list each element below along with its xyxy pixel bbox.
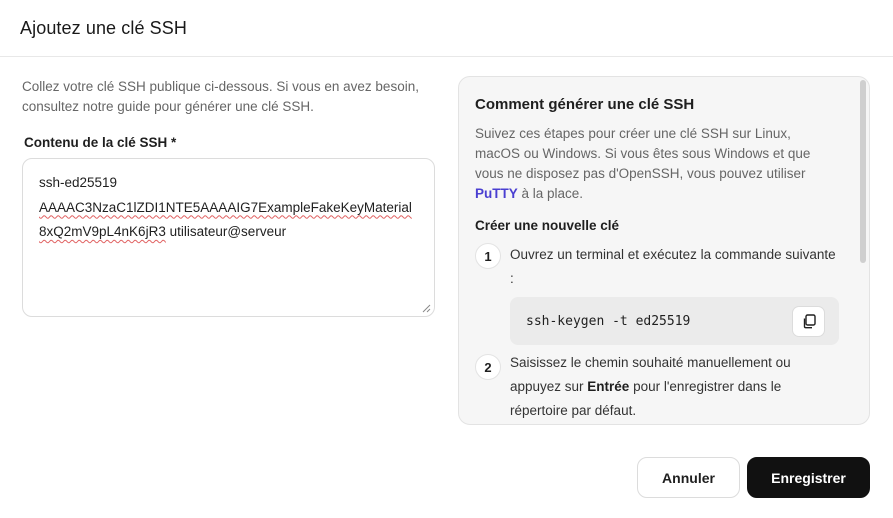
step-number: 2 bbox=[475, 354, 501, 380]
guide-section-title: Créer une nouvelle clé bbox=[475, 218, 620, 233]
copy-icon bbox=[803, 313, 816, 328]
add-ssh-key-dialog: Ajoutez une clé SSH Collez votre clé SSH… bbox=[0, 0, 893, 518]
dialog-header: Ajoutez une clé SSH bbox=[0, 0, 893, 57]
key-comment: utilisateur@serveur bbox=[165, 224, 287, 239]
guide-desc-text-end: à la place. bbox=[517, 186, 584, 201]
intro-text: Collez votre clé SSH publique ci-dessous… bbox=[22, 79, 419, 114]
guide-desc-text: Suivez ces étapes pour créer une clé SSH… bbox=[475, 126, 811, 181]
form-section: Collez votre clé SSH publique ci-dessous… bbox=[22, 77, 436, 317]
resize-grip-icon[interactable] bbox=[421, 303, 431, 313]
guide-title: Comment générer une clé SSH bbox=[475, 96, 695, 113]
cancel-button[interactable]: Annuler bbox=[637, 457, 740, 498]
putty-link[interactable]: PuTTY bbox=[475, 186, 518, 201]
key-line-1: ssh-ed25519 bbox=[39, 175, 118, 190]
save-button[interactable]: Enregistrer bbox=[747, 457, 870, 498]
dialog-footer: Annuler Enregistrer bbox=[637, 457, 870, 498]
step-1: 1 Ouvrez un terminal et exécutez la comm… bbox=[475, 243, 839, 345]
step-text: Saisissez le chemin souhaité manuellemen… bbox=[510, 351, 839, 423]
guide-scrollbar[interactable] bbox=[860, 80, 866, 263]
ssh-key-textarea[interactable]: ssh-ed25519 AAAAC3NzaC1lZDI1NTE5AAAAIG7E… bbox=[22, 158, 435, 317]
step-2: 2 Saisissez le chemin souhaité manuellem… bbox=[475, 351, 839, 423]
enter-key-text: Entrée bbox=[587, 379, 630, 394]
step-text: Ouvrez un terminal et exécutez la comman… bbox=[510, 247, 836, 286]
command-text: ssh-keygen -t ed25519 bbox=[526, 313, 691, 329]
code-block: ssh-keygen -t ed25519 bbox=[510, 297, 839, 345]
dialog-title: Ajoutez une clé SSH bbox=[20, 17, 187, 38]
copy-button[interactable] bbox=[792, 305, 825, 337]
guide-description: Suivez ces étapes pour créer une clé SSH… bbox=[475, 124, 839, 204]
ssh-guide-panel[interactable]: Comment générer une clé SSH Suivez ces é… bbox=[458, 76, 870, 425]
step-number: 1 bbox=[475, 243, 501, 269]
key-line-2: AAAAC3NzaC1lZDI1NTE5AAAAIG7ExampleFakeKe… bbox=[39, 196, 418, 245]
ssh-key-label: Contenu de la clé SSH * bbox=[24, 135, 177, 150]
